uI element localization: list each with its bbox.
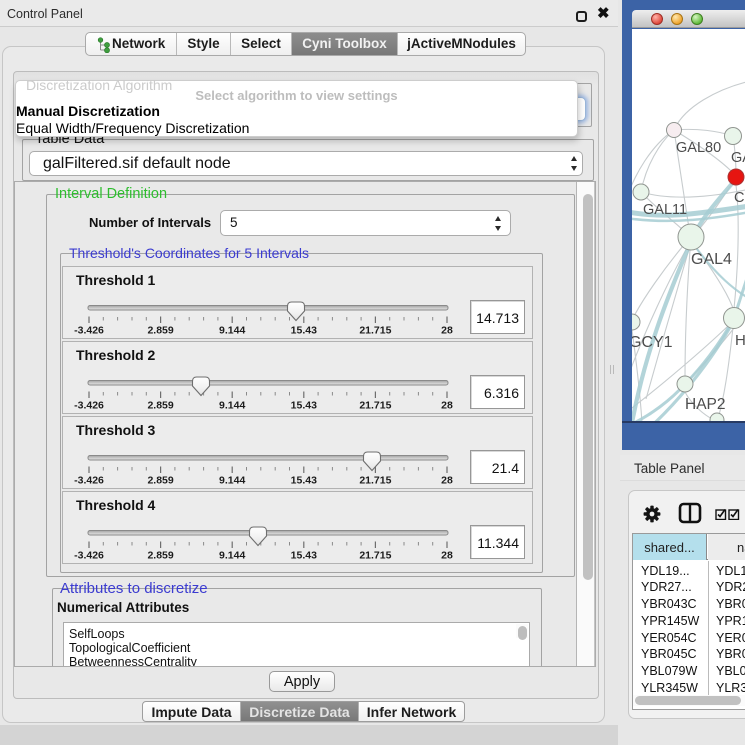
svg-text:GCY1: GCY1: [632, 334, 673, 351]
svg-text:28: 28: [441, 400, 453, 412]
svg-text:28: 28: [441, 325, 453, 337]
svg-text:-3.426: -3.426: [74, 550, 104, 562]
svg-text:9.144: 9.144: [219, 400, 245, 412]
svg-text:9.144: 9.144: [219, 475, 245, 487]
svg-text:15.43: 15.43: [291, 475, 317, 487]
svg-text:21.715: 21.715: [359, 550, 391, 562]
svg-text:21.715: 21.715: [359, 325, 391, 337]
svg-text:15.43: 15.43: [291, 550, 317, 562]
svg-text:HA: HA: [735, 332, 745, 349]
svg-text:9.144: 9.144: [219, 550, 245, 562]
svg-text:28: 28: [441, 475, 453, 487]
svg-text:21.715: 21.715: [359, 400, 391, 412]
svg-text:CD: CD: [734, 190, 745, 206]
svg-text:GAL4: GAL4: [691, 251, 732, 268]
svg-text:15.43: 15.43: [291, 325, 317, 337]
svg-text:2.859: 2.859: [147, 325, 173, 337]
svg-text:2.859: 2.859: [147, 475, 173, 487]
svg-text:2.859: 2.859: [147, 400, 173, 412]
svg-text:28: 28: [441, 550, 453, 562]
svg-text:-3.426: -3.426: [74, 475, 104, 487]
svg-text:-3.426: -3.426: [74, 325, 104, 337]
svg-text:GAL11: GAL11: [643, 202, 687, 218]
svg-text:GAL80: GAL80: [676, 140, 721, 156]
svg-text:HAP2: HAP2: [685, 396, 726, 413]
svg-text:21.715: 21.715: [359, 475, 391, 487]
svg-text:9.144: 9.144: [219, 325, 245, 337]
svg-text:15.43: 15.43: [291, 400, 317, 412]
svg-text:-3.426: -3.426: [74, 400, 104, 412]
svg-text:2.859: 2.859: [147, 550, 173, 562]
svg-text:GAL8: GAL8: [731, 150, 745, 166]
